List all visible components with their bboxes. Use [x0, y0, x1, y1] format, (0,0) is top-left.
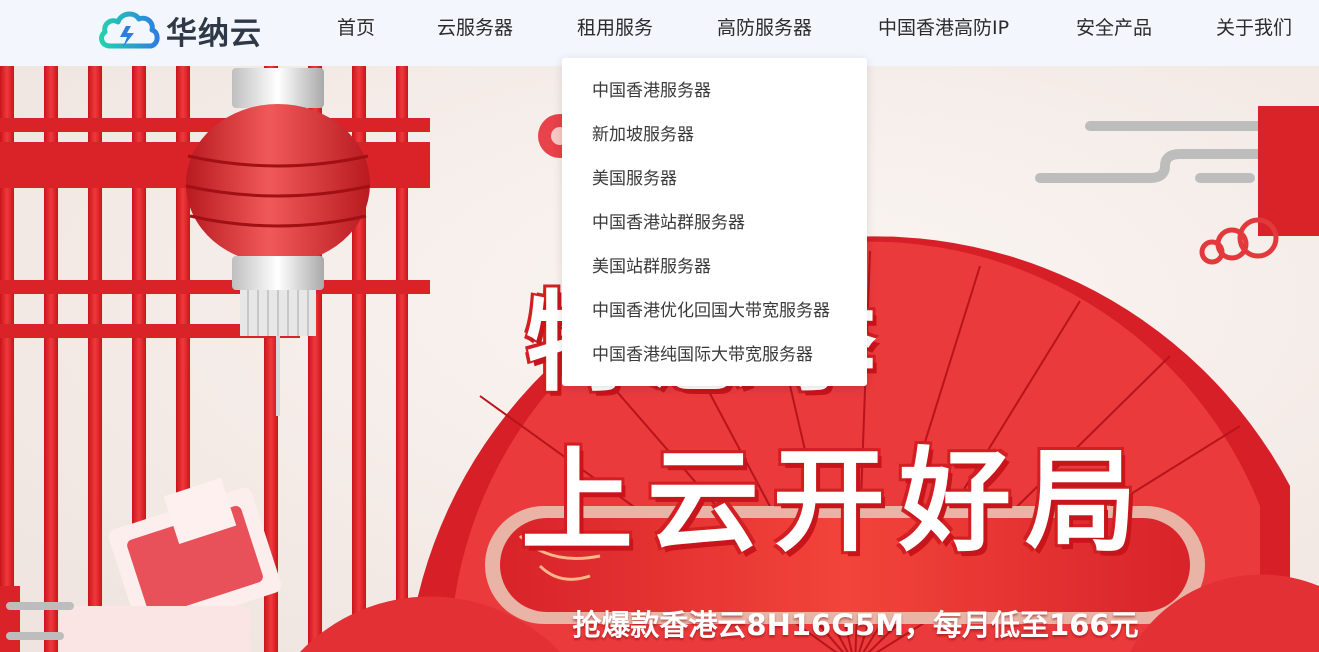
nav-item-hk-ddos-ip[interactable]: 中国香港高防IP	[878, 16, 1009, 40]
site-header: 华纳云 首页 云服务器 租用服务 高防服务器 中国香港高防IP 安全产品 关于我…	[0, 0, 1319, 66]
dropdown-item-hk-server[interactable]: 中国香港服务器	[592, 80, 711, 102]
dropdown-item-us-station-group-server[interactable]: 美国站群服务器	[592, 256, 711, 278]
nav-item-rental-service[interactable]: 租用服务	[577, 16, 653, 40]
nav-item-ddos-server[interactable]: 高防服务器	[717, 16, 812, 40]
nav-item-home[interactable]: 首页	[337, 16, 375, 40]
headline-line-2: 上云开好局	[521, 436, 1151, 567]
promo-text[interactable]: 抢爆款香港云8H16G5M，每月低至166元	[508, 578, 1203, 652]
nav-item-cloud-server[interactable]: 云服务器	[437, 16, 513, 40]
dropdown-item-hk-station-group-server[interactable]: 中国香港站群服务器	[592, 212, 745, 234]
dropdown-item-hk-international-bandwidth[interactable]: 中国香港纯国际大带宽服务器	[592, 344, 813, 366]
main-nav: 首页 云服务器 租用服务 高防服务器 中国香港高防IP 安全产品 关于我们	[0, 0, 1319, 58]
dropdown-item-hk-cn-optimized-bandwidth[interactable]: 中国香港优化回国大带宽服务器	[592, 300, 830, 322]
rental-service-dropdown: 中国香港服务器 新加坡服务器 美国服务器 中国香港站群服务器 美国站群服务器 中…	[562, 58, 867, 386]
nav-item-security-products[interactable]: 安全产品	[1076, 16, 1152, 40]
dropdown-item-singapore-server[interactable]: 新加坡服务器	[592, 124, 694, 146]
nav-item-about-us[interactable]: 关于我们	[1216, 16, 1292, 40]
dropdown-item-us-server[interactable]: 美国服务器	[592, 168, 677, 190]
